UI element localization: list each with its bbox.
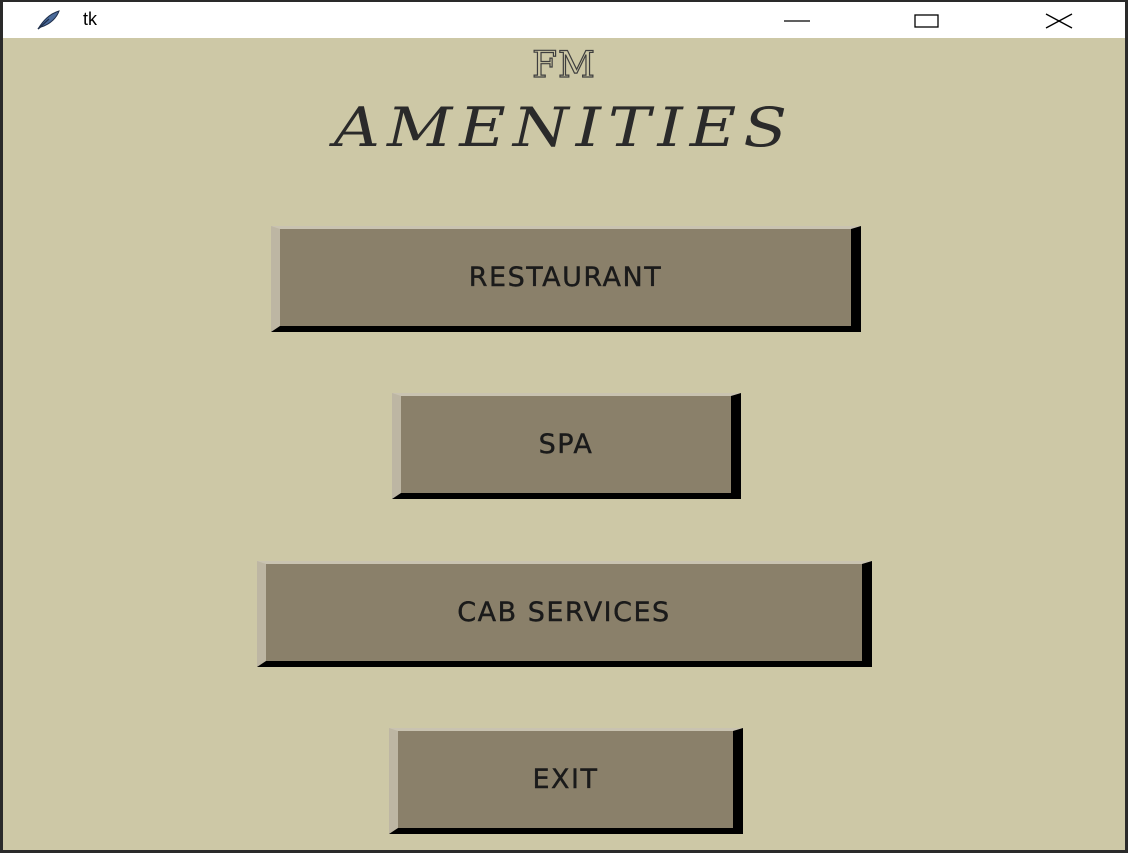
window-title: tk xyxy=(83,9,98,29)
title-bar[interactable]: tk xyxy=(3,2,1125,38)
minimize-icon xyxy=(784,20,810,22)
brand-logo: FM xyxy=(531,45,596,86)
cab-services-button[interactable]: CAB SERVICES xyxy=(257,561,872,667)
tk-feather-icon xyxy=(35,9,61,31)
spa-button[interactable]: SPA xyxy=(392,393,741,499)
close-button[interactable] xyxy=(1029,2,1089,38)
maximize-icon xyxy=(914,14,939,28)
exit-button[interactable]: EXIT xyxy=(389,728,743,834)
maximize-button[interactable] xyxy=(897,2,957,38)
close-icon xyxy=(1045,13,1073,29)
minimize-button[interactable] xyxy=(767,2,827,38)
page-title: AMENITIES xyxy=(333,96,795,159)
main-content: FM AMENITIES RESTAURANT SPA CAB SERVICES… xyxy=(3,38,1125,850)
restaurant-button[interactable]: RESTAURANT xyxy=(271,226,861,332)
app-window: tk FM AMENITIES RESTAURANT SPA CAB SERVI… xyxy=(0,0,1128,853)
